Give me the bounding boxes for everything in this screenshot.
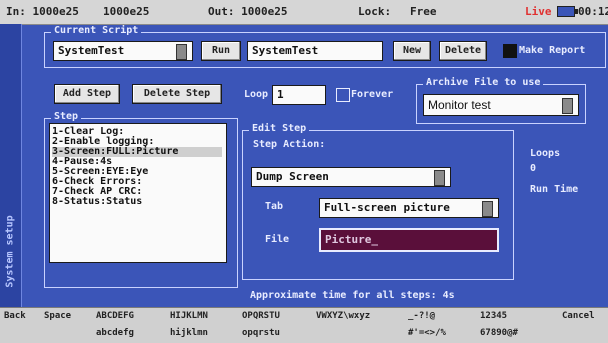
status-bar: In: 1000e25 1000e25 Out: 1000e25 Lock: F…	[0, 0, 608, 25]
archive-group: Archive File to use Monitor test	[416, 77, 586, 124]
tab-label: Tab	[265, 201, 284, 212]
input-status: In: 1000e25	[6, 5, 79, 18]
step-group-title: Step	[51, 111, 82, 122]
tab-select[interactable]: Full-screen picture	[319, 198, 499, 218]
cancel-key[interactable]: Cancel	[562, 311, 595, 321]
loops-value: 0	[530, 163, 537, 174]
chevron-down-icon	[562, 98, 573, 114]
chevron-down-icon	[176, 44, 187, 60]
make-report-checkbox[interactable]	[503, 44, 517, 58]
delete-step-button[interactable]: Delete Step	[132, 84, 222, 104]
step-action-label: Step Action:	[253, 139, 326, 150]
key-group[interactable]: OPQRSTU	[242, 311, 280, 321]
key-group[interactable]: _-?!@	[408, 311, 435, 321]
make-report-label: Make Report	[519, 45, 586, 56]
live-indicator: Live	[525, 5, 552, 18]
main-panel: Current Script SystemTest Run SystemTest…	[24, 25, 606, 306]
add-step-button[interactable]: Add Step	[54, 84, 120, 104]
space-key[interactable]: Space	[44, 311, 71, 321]
key-group[interactable]: opqrstu	[242, 328, 280, 338]
side-tab-label: System setup	[4, 215, 16, 288]
archive-select[interactable]: Monitor test	[423, 94, 579, 116]
script-select[interactable]: SystemTest	[53, 41, 193, 61]
step-action-value: Dump Screen	[256, 170, 329, 183]
current-script-group: Current Script SystemTest Run SystemTest…	[44, 25, 606, 68]
key-group[interactable]: 67890@#	[480, 328, 518, 338]
step-action-select[interactable]: Dump Screen	[251, 167, 451, 187]
output-status: Out: 1000e25	[208, 5, 288, 18]
loop-input[interactable]: 1	[272, 85, 326, 105]
file-label: File	[265, 234, 290, 245]
edit-step-group: Edit Step Step Action: Dump Screen Tab F…	[242, 123, 514, 280]
tab-select-value: Full-screen picture	[324, 201, 450, 214]
archive-select-value: Monitor test	[428, 98, 491, 112]
key-group[interactable]: ABCDEFG	[96, 311, 134, 321]
side-tab[interactable]: System setup	[0, 24, 22, 307]
step-list[interactable]: 1-Clear Log: 2-Enable logging: 3-Screen:FU…	[49, 123, 227, 263]
back-key[interactable]: Back	[4, 311, 26, 321]
run-time-label: Run Time	[530, 184, 579, 195]
loop-label: Loop	[244, 89, 269, 100]
new-button[interactable]: New	[393, 41, 431, 61]
current-script-title: Current Script	[51, 25, 142, 36]
edit-step-title: Edit Step	[249, 123, 310, 134]
key-group[interactable]: VWXYZ\wxyz	[316, 311, 370, 321]
key-group[interactable]: hijklmn	[170, 328, 208, 338]
approximate-time: Approximate time for all steps: 4s	[250, 290, 455, 301]
screen: In: 1000e25 1000e25 Out: 1000e25 Lock: F…	[0, 0, 608, 343]
archive-title: Archive File to use	[423, 77, 544, 88]
lock-value: Free	[410, 5, 437, 18]
delete-script-button[interactable]: Delete	[439, 41, 487, 61]
lock-label: Lock:	[358, 5, 392, 18]
script-name-input[interactable]: SystemTest	[247, 41, 383, 61]
input-rate: 1000e25	[103, 5, 150, 18]
run-button[interactable]: Run	[201, 41, 241, 61]
keyboard-bar: Back Space ABCDEFG HIJKLMN OPQRSTU VWXYZ…	[0, 307, 608, 343]
step-item[interactable]: 8-Status:Status	[52, 197, 142, 207]
key-group[interactable]: abcdefg	[96, 328, 134, 338]
battery-icon	[557, 6, 578, 17]
chevron-down-icon	[482, 201, 493, 217]
clock: 00:12	[578, 5, 608, 18]
step-group: Step 1-Clear Log: 2-Enable logging: 3-Scre…	[44, 111, 238, 288]
key-group[interactable]: HIJKLMN	[170, 311, 208, 321]
key-group[interactable]: #'=<>/%	[408, 328, 446, 338]
key-group[interactable]: 12345	[480, 311, 507, 321]
forever-label: Forever	[351, 89, 394, 100]
forever-checkbox[interactable]	[336, 88, 350, 102]
loops-label: Loops	[530, 148, 561, 159]
chevron-down-icon	[434, 170, 445, 186]
script-select-value: SystemTest	[58, 44, 125, 57]
file-input[interactable]: Picture_	[319, 228, 499, 252]
